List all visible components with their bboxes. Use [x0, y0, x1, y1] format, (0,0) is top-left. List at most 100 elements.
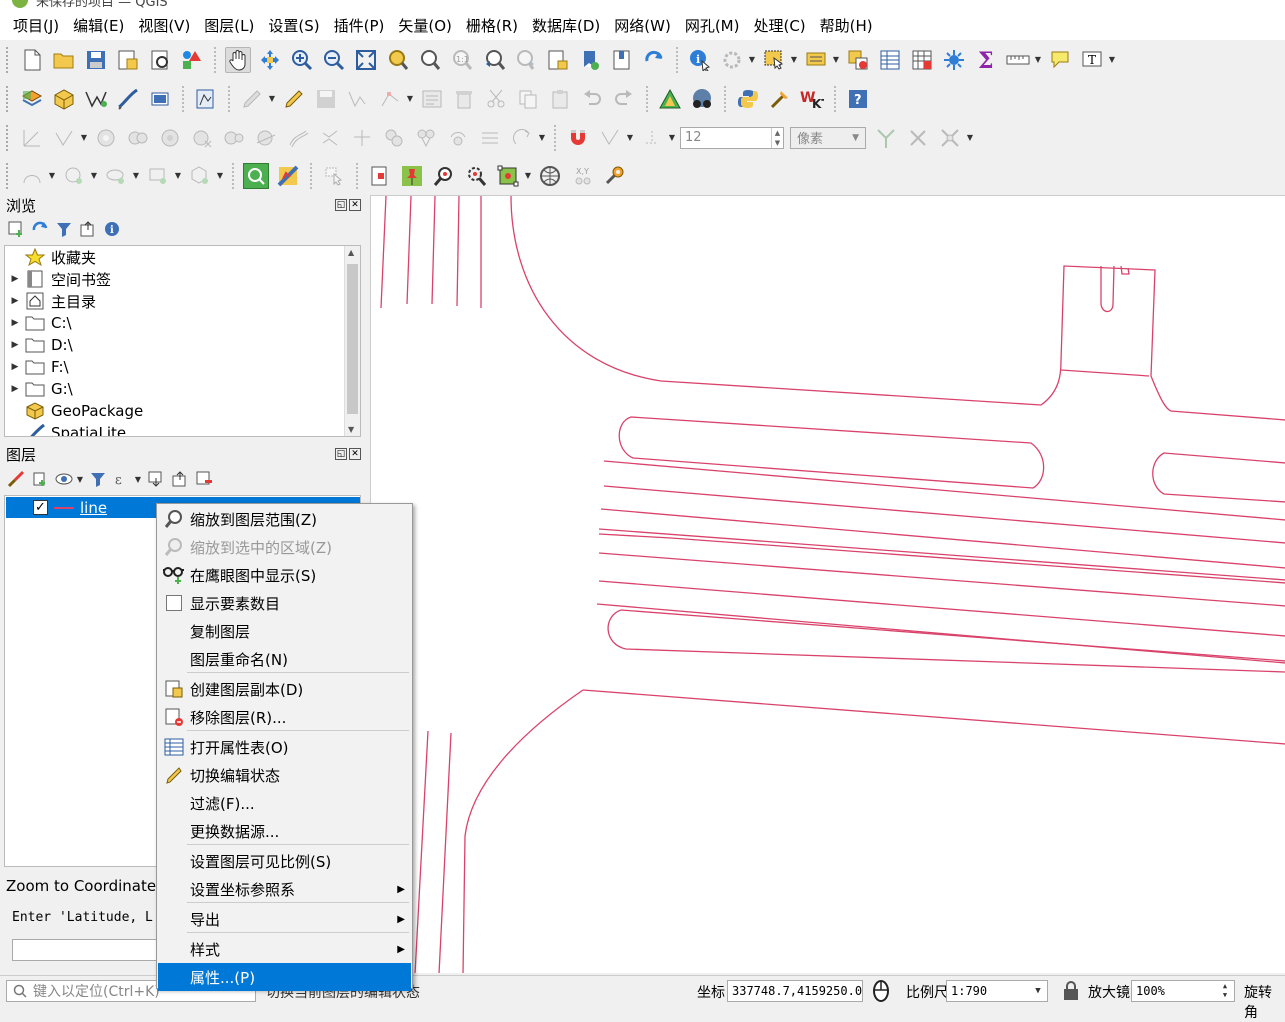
collapse-all-icon[interactable] [78, 219, 98, 239]
menu-vector[interactable]: 矢量(O) [391, 12, 459, 40]
undo-icon[interactable] [579, 86, 605, 112]
vertex-tool-icon[interactable] [377, 86, 403, 112]
menu-database[interactable]: 数据库(D) [525, 12, 607, 40]
select-by-value-icon[interactable] [803, 47, 829, 73]
enable-advanced-digitizing-icon[interactable] [19, 125, 45, 151]
new-print-layout-icon[interactable] [115, 47, 141, 73]
layout-manager-icon[interactable] [147, 47, 173, 73]
zoom-out-icon[interactable] [321, 47, 347, 73]
menu-view[interactable]: 视图(V) [131, 12, 197, 40]
save-edits-icon[interactable] [313, 86, 339, 112]
open-project-icon[interactable] [51, 47, 77, 73]
menu-settings[interactable]: 设置(S) [261, 12, 326, 40]
browser-item-drive-d[interactable]: ▶ D:\ [5, 334, 360, 356]
trim-extend-icon[interactable] [509, 125, 535, 151]
show-bookmarks-icon[interactable] [609, 47, 635, 73]
scale-combo[interactable]: 1:790 ▼ [946, 980, 1048, 1002]
close-icon[interactable]: ✕ [349, 448, 361, 460]
zoom-to-feature-icon[interactable] [431, 163, 457, 189]
text-annotation-icon[interactable]: T [1079, 47, 1105, 73]
add-part-icon[interactable] [125, 125, 151, 151]
properties-info-icon[interactable]: i [102, 219, 122, 239]
fill-ring-icon[interactable] [157, 125, 183, 151]
filter-browser-icon[interactable] [54, 219, 74, 239]
menu-duplicate-layer[interactable]: 创建图层副本(D) [158, 675, 411, 703]
menu-project[interactable]: 项目(J) [6, 12, 66, 40]
actions-icon[interactable] [719, 47, 745, 73]
browser-refresh-icon[interactable] [30, 219, 50, 239]
map-swipe-icon[interactable] [275, 163, 301, 189]
deselect-all-icon[interactable] [845, 47, 871, 73]
copy-features-icon[interactable] [515, 86, 541, 112]
modify-attributes-icon[interactable] [419, 86, 445, 112]
filter-legend-icon[interactable] [88, 469, 108, 489]
menu-set-scale-visibility[interactable]: 设置图层可见比例(S) [158, 847, 411, 875]
menu-styles[interactable]: 样式 ▶ [158, 935, 411, 963]
digitize-shape-icon[interactable] [51, 125, 77, 151]
zoom-to-selection-icon[interactable] [385, 47, 411, 73]
close-icon[interactable]: ✕ [349, 199, 361, 211]
lock-scale-icon[interactable] [1062, 980, 1080, 1006]
menu-web[interactable]: 网络(W) [607, 12, 678, 40]
add-feature-icon[interactable] [345, 86, 371, 112]
identify-features-icon[interactable]: i [687, 47, 713, 73]
style-manager-icon[interactable] [179, 47, 205, 73]
menu-open-attribute-table[interactable]: 打开属性表(O) [158, 733, 411, 761]
delete-ring-icon[interactable] [189, 125, 215, 151]
current-edits-icon[interactable] [239, 86, 265, 112]
measure-icon[interactable] [1005, 47, 1031, 73]
add-regular-polygon-icon[interactable] [187, 163, 213, 189]
menu-filter[interactable]: 过滤(F)... [158, 789, 411, 817]
cut-features-icon[interactable] [483, 86, 509, 112]
menu-plugins[interactable]: 插件(P) [327, 12, 392, 40]
snap-tolerance-spinbox[interactable]: 12 ▲ ▼ [680, 126, 784, 149]
redo-icon[interactable] [611, 86, 637, 112]
topological-editing-icon[interactable] [873, 125, 899, 151]
add-ellipse-icon[interactable] [103, 163, 129, 189]
snap-mode-icon[interactable] [597, 125, 623, 151]
expand-arrow-icon[interactable]: ▶ [5, 384, 25, 394]
globe-plugin-icon[interactable] [689, 86, 715, 112]
undock-icon[interactable]: ◱ [335, 199, 347, 211]
snap-intersection-icon[interactable] [937, 125, 963, 151]
menu-raster[interactable]: 栅格(R) [459, 12, 525, 40]
menu-show-in-overview[interactable]: 在鹰眼图中显示(S) [158, 561, 411, 589]
browser-item-geopackage[interactable]: GeoPackage [5, 400, 360, 422]
undock-icon[interactable]: ◱ [335, 448, 347, 460]
pan-to-feature-icon[interactable] [463, 163, 489, 189]
zoom-in-icon[interactable] [289, 47, 315, 73]
snap-type-icon[interactable] [639, 125, 665, 151]
browser-item-favorites[interactable]: 收藏夹 [5, 246, 360, 268]
save-project-icon[interactable] [83, 47, 109, 73]
data-source-manager-icon[interactable] [19, 86, 45, 112]
menu-show-feature-count[interactable]: 显示要素数目 [158, 589, 411, 617]
menu-properties[interactable]: 属性...(P) [158, 963, 411, 991]
reshape-features-icon[interactable] [253, 125, 279, 151]
layer-visibility-checkbox[interactable]: ✓ [33, 500, 48, 515]
browser-item-spatialite[interactable]: SpatiaLite [5, 422, 360, 436]
locator-icon[interactable] [243, 162, 269, 189]
browser-item-drive-f[interactable]: ▶ F:\ [5, 356, 360, 378]
map-canvas[interactable] [370, 195, 1285, 973]
wkt-icon[interactable]: WKT [799, 86, 825, 112]
new-map-view-icon[interactable] [545, 47, 571, 73]
merge-selected-icon[interactable] [381, 125, 407, 151]
expand-all-icon[interactable] [146, 469, 166, 489]
browser-item-spatial-bookmarks[interactable]: ▶ 空间书签 [5, 268, 360, 290]
paste-features-icon[interactable] [547, 86, 573, 112]
menu-mesh[interactable]: 网孔(M) [678, 12, 747, 40]
add-rectangle-icon[interactable] [145, 163, 171, 189]
merge-attributes-icon[interactable] [413, 125, 439, 151]
browser-item-home[interactable]: ▶ 主目录 [5, 290, 360, 312]
new-shapefile-layer-icon[interactable] [83, 86, 109, 112]
settings-wrench-icon[interactable] [601, 163, 627, 189]
menu-zoom-to-selection[interactable]: 缩放到选中的区域(Z) [158, 533, 411, 561]
menu-rename-layer[interactable]: 图层重命名(N) [158, 645, 411, 673]
add-group-icon[interactable] [30, 469, 50, 489]
zoom-to-layer-icon[interactable] [417, 47, 443, 73]
coordinate-field[interactable]: 337748.7,4159250.0 [727, 980, 863, 1002]
help-icon[interactable]: ? [845, 86, 871, 112]
new-virtual-layer-icon[interactable] [147, 86, 173, 112]
menu-help[interactable]: 帮助(H) [813, 12, 880, 40]
new-geopackage-layer-icon[interactable] [51, 86, 77, 112]
